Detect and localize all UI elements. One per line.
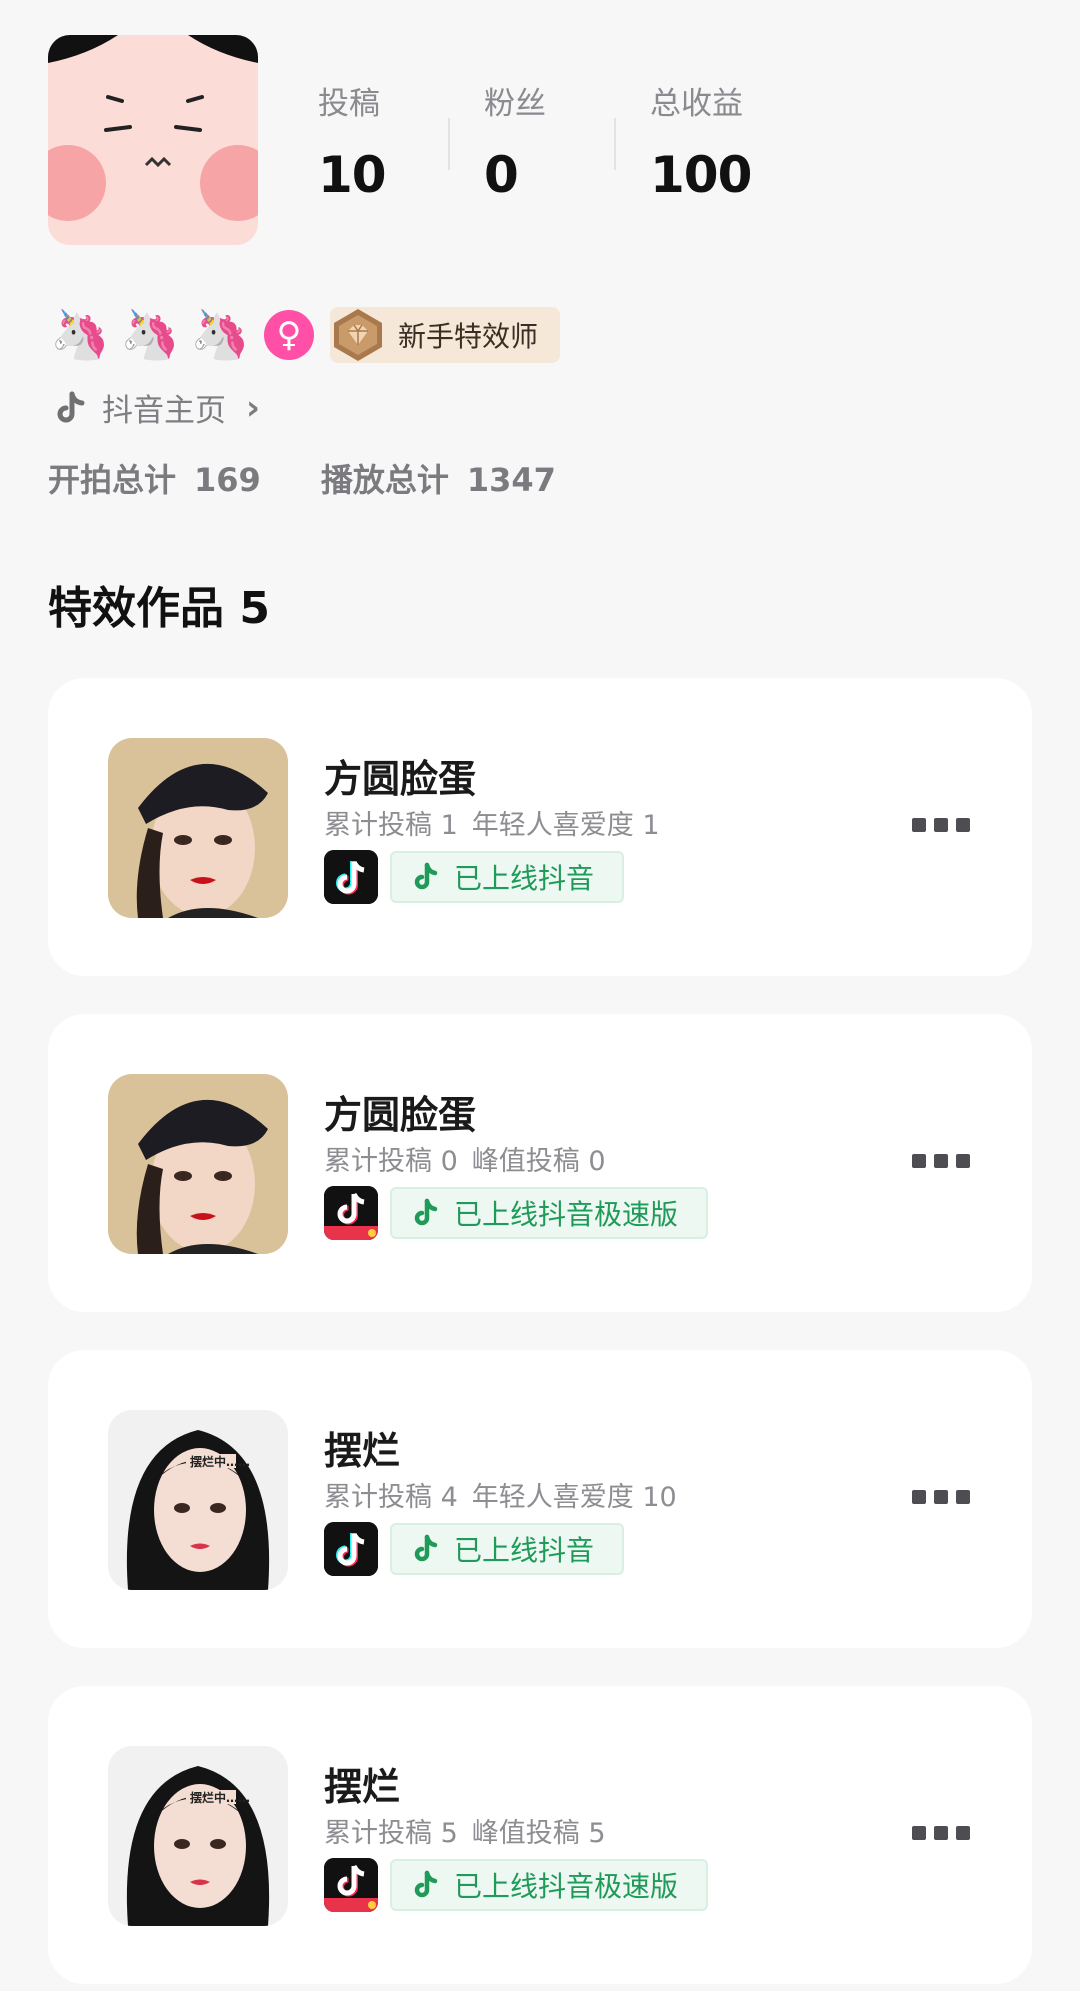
total-label: 开拍总计 [48, 461, 177, 499]
online-status-label: 已上线抖音极速版 [454, 1198, 679, 1231]
effect-submissions: 累计投稿 5 [324, 1818, 458, 1849]
effect-secondary-stat: 峰值投稿 0 [471, 1146, 606, 1177]
svg-text:摆烂中……: 摆烂中…… [190, 1790, 250, 1805]
chevron-right-icon: › [246, 387, 261, 428]
gem-medal-icon [334, 309, 382, 361]
tiktok-icon [57, 391, 85, 422]
total-value: 169 [194, 461, 261, 499]
unicorn-icon[interactable]: 🦄 [120, 305, 180, 365]
online-status-tag: 已上线抖音极速版 [390, 1859, 709, 1911]
effect-meta: 累计投稿 4 年轻人喜爱度 10 [324, 1475, 677, 1514]
effect-meta: 累计投稿 0 峰值投稿 0 [324, 1139, 606, 1178]
effect-tags: 已上线抖音 [324, 1522, 625, 1576]
more-dots-icon[interactable] [912, 818, 970, 832]
effect-card[interactable]: 摆烂中…… 摆烂 累计投稿 4 年轻人喜爱度 10 已上线抖音 [48, 1350, 1032, 1648]
total-value: 1347 [466, 461, 556, 499]
online-status-label: 已上线抖音 [454, 1534, 595, 1567]
online-status-tag: 已上线抖音 [390, 851, 625, 903]
svg-text:摆烂中……: 摆烂中…… [190, 1454, 250, 1469]
douyin-lite-app-icon [324, 1858, 378, 1912]
effect-secondary-stat: 年轻人喜爱度 1 [471, 810, 660, 841]
effect-meta: 累计投稿 5 峰值投稿 5 [324, 1811, 606, 1850]
effect-title: 摆烂 [324, 1429, 401, 1473]
unicorn-icon[interactable]: 🦄 [50, 305, 110, 365]
douyin-lite-app-icon [324, 1186, 378, 1240]
effect-secondary-stat: 峰值投稿 5 [471, 1818, 606, 1849]
level-badge[interactable]: 新手特效师 [330, 307, 561, 363]
total-shoots: 开拍总计 169 [48, 455, 261, 501]
stat-value: 100 [650, 146, 752, 204]
effect-tags: 已上线抖音极速版 [324, 1186, 709, 1240]
unicorn-icon[interactable]: 🦄 [190, 305, 250, 365]
effect-thumbnail[interactable] [108, 1074, 288, 1254]
stat-value: 10 [318, 146, 387, 204]
stat-value: 0 [484, 146, 519, 204]
avatar[interactable] [48, 35, 258, 245]
effect-secondary-stat: 年轻人喜爱度 10 [471, 1482, 677, 1513]
online-status-label: 已上线抖音极速版 [454, 1870, 679, 1903]
effect-title: 方圆脸蛋 [324, 757, 477, 801]
effect-title: 方圆脸蛋 [324, 1093, 477, 1137]
badge-row: 🦄 🦄 🦄 ♀ 新手特效师 [50, 305, 561, 365]
stat-submissions[interactable]: 投稿 10 [318, 82, 484, 206]
effect-tags: 已上线抖音 [324, 850, 625, 904]
tiktok-icon [414, 862, 438, 890]
effect-card[interactable]: 方圆脸蛋 累计投稿 1 年轻人喜爱度 1 已上线抖音 [48, 678, 1032, 976]
totals-row: 开拍总计 169 播放总计 1347 [48, 455, 556, 501]
tiktok-icon [414, 1198, 438, 1226]
effect-thumbnail[interactable] [108, 738, 288, 918]
douyin-home-link[interactable]: 抖音主页 › [52, 385, 260, 430]
total-plays: 播放总计 1347 [321, 455, 556, 501]
douyin-home-label: 抖音主页 [102, 393, 226, 429]
online-status-tag: 已上线抖音极速版 [390, 1187, 709, 1239]
effect-thumbnail[interactable]: 摆烂中…… [108, 1410, 288, 1590]
more-dots-icon[interactable] [912, 1490, 970, 1504]
tiktok-icon [414, 1870, 438, 1898]
effect-submissions: 累计投稿 0 [324, 1146, 458, 1177]
douyin-app-icon [324, 1522, 378, 1576]
effect-card[interactable]: 方圆脸蛋 累计投稿 0 峰值投稿 0 已上线抖音极速版 [48, 1014, 1032, 1312]
effect-thumbnail[interactable]: 摆烂中…… [108, 1746, 288, 1926]
more-dots-icon[interactable] [912, 1826, 970, 1840]
effect-card[interactable]: 摆烂中…… 摆烂 累计投稿 5 峰值投稿 5 已上线抖音极速版 [48, 1686, 1032, 1984]
female-icon: ♀ [264, 310, 314, 360]
effect-submissions: 累计投稿 1 [324, 810, 458, 841]
more-dots-icon[interactable] [912, 1154, 970, 1168]
effect-submissions: 累计投稿 4 [324, 1482, 458, 1513]
profile-stats: 投稿 10 粉丝 0 总收益 100 [318, 82, 816, 206]
tiktok-icon [414, 1534, 438, 1562]
stat-label: 总收益 [650, 86, 743, 122]
effect-title: 摆烂 [324, 1765, 401, 1809]
stat-fans[interactable]: 粉丝 0 [448, 82, 650, 206]
online-status-label: 已上线抖音 [454, 862, 595, 895]
effect-tags: 已上线抖音极速版 [324, 1858, 709, 1912]
effect-meta: 累计投稿 1 年轻人喜爱度 1 [324, 803, 660, 842]
stat-label: 投稿 [318, 86, 380, 122]
stat-earnings[interactable]: 总收益 100 [614, 82, 816, 206]
level-badge-label: 新手特效师 [398, 320, 539, 353]
stat-label: 粉丝 [484, 86, 546, 122]
section-title: 特效作品 5 [48, 583, 270, 634]
total-label: 播放总计 [320, 461, 449, 499]
online-status-tag: 已上线抖音 [390, 1523, 625, 1575]
douyin-app-icon [324, 850, 378, 904]
